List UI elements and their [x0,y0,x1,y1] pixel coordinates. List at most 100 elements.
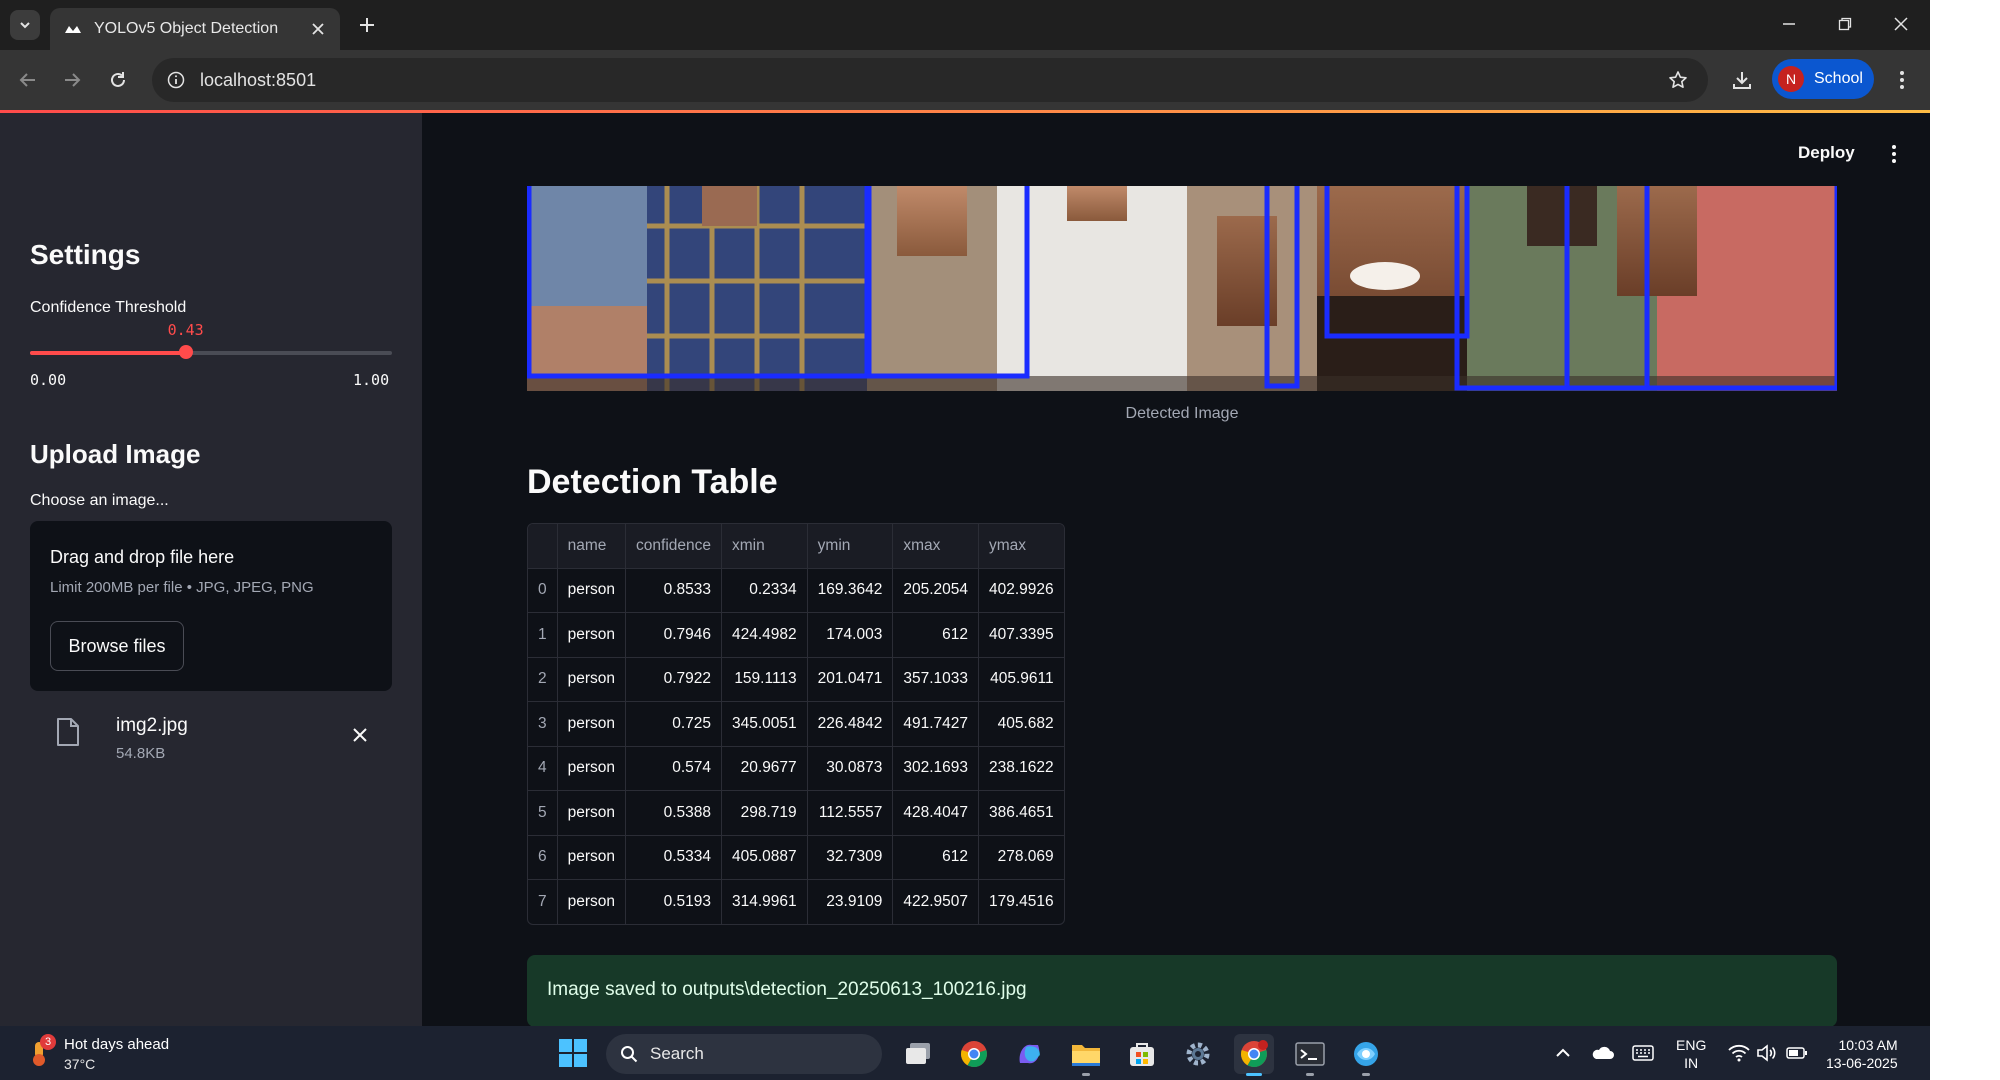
detected-image [527,186,1837,391]
index-column-header[interactable] [528,524,558,569]
confidence-label: Confidence Threshold [30,299,187,316]
slider-thumb[interactable] [178,345,193,359]
store-taskbar-icon[interactable] [1122,1034,1162,1074]
task-view-button[interactable] [898,1034,938,1074]
windows-start-icon[interactable] [558,1038,588,1068]
close-icon [1894,17,1908,31]
bookmark-star-icon[interactable] [1662,64,1694,96]
settings-taskbar-icon[interactable] [1178,1034,1218,1074]
close-tab-icon[interactable] [304,15,332,43]
minimize-button[interactable] [1764,8,1814,40]
url-text[interactable]: localhost:8501 [200,70,1662,91]
browse-files-button[interactable]: Browse files [50,621,184,671]
forward-button[interactable] [56,64,88,96]
table-row[interactable]: 1 person 0.7946 424.4982 174.003 612 407.3395 [528,612,1064,658]
column-header-ymax[interactable]: ymax [978,524,1064,569]
profile-button[interactable]: N School [1772,59,1874,99]
table-cell-xmax: 612 [892,835,979,880]
table-row[interactable]: 4 person 0.574 20.9677 30.0873 302.1693 238.16… [528,746,1064,791]
table-row[interactable]: 0 person 0.8533 0.2334 169.3642 205.2054 402.9… [528,568,1064,613]
table-row[interactable]: 3 person 0.725 345.0051 226.4842 491.7427 405.… [528,701,1064,747]
volume-icon[interactable] [1756,1042,1778,1064]
column-header-xmax[interactable]: xmax [892,524,979,569]
downloads-button[interactable] [1726,64,1758,96]
table-cell-xmin: 159.1113 [721,657,808,702]
column-header-ymin[interactable]: ymin [807,524,894,569]
reload-button[interactable] [102,64,134,96]
table-cell-confidence: 0.7922 [625,657,723,702]
table-row[interactable]: 2 person 0.7922 159.1113 201.0471 357.1033 405… [528,657,1064,702]
browser-tab[interactable]: YOLOv5 Object Detection [50,8,340,50]
restore-button[interactable] [1820,8,1870,40]
slider-min-label: 0.00 [30,371,67,389]
terminal-taskbar-icon[interactable] [1290,1034,1330,1076]
file-dropzone[interactable]: Drag and drop file here Limit 200MB per … [30,521,392,691]
column-header-name[interactable]: name [557,524,627,569]
table-cell-xmin: 20.9677 [721,746,808,791]
minimize-icon [1783,23,1795,25]
table-cell-name: person [557,746,627,791]
wifi-icon[interactable] [1728,1042,1750,1064]
table-cell-ymin: 30.0873 [807,746,894,791]
detection-dataframe[interactable]: name confidence xmin ymin xmax ymax 0 person 0.… [527,523,1065,925]
table-row[interactable]: 5 person 0.5388 298.719 112.5557 428.4047 386.… [528,790,1064,836]
table-cell-confidence: 0.5193 [625,879,723,924]
copilot-taskbar-icon[interactable] [1010,1034,1050,1074]
chrome-taskbar-icon[interactable] [954,1034,994,1074]
kebab-menu-icon [1892,145,1896,163]
battery-icon[interactable] [1786,1042,1808,1064]
table-cell-confidence: 0.8533 [625,568,723,613]
new-tab-button[interactable] [352,10,382,40]
input-language-indicator[interactable]: ENG IN [1676,1036,1706,1072]
show-hidden-icons-button[interactable] [1552,1042,1574,1064]
table-cell-ymin: 169.3642 [807,568,894,613]
restore-icon [1838,17,1852,31]
avatar: N [1778,66,1804,92]
system-clock[interactable]: 10:03 AM 13-06-2025 [1826,1036,1898,1072]
row-index-cell: 7 [528,879,558,924]
site-info-icon[interactable] [162,66,190,94]
keyboard-icon[interactable] [1632,1042,1654,1064]
address-bar[interactable]: localhost:8501 [152,58,1708,102]
table-cell-ymin: 112.5557 [807,790,894,836]
dropzone-limit: Limit 200MB per file • JPG, JPEG, PNG [50,579,314,596]
running-indicator [1082,1073,1090,1076]
table-cell-xmax: 205.2054 [892,568,979,613]
task-view-icon [906,1043,930,1064]
confidence-slider[interactable] [30,345,392,359]
taskbar-search[interactable]: Search [606,1034,882,1074]
chrome-active-taskbar-icon[interactable] [1234,1034,1274,1076]
lang-region: IN [1684,1055,1699,1071]
table-cell-ymin: 226.4842 [807,701,894,747]
app-menu-button[interactable] [1882,141,1906,167]
back-button[interactable] [12,64,44,96]
deploy-button[interactable]: Deploy [1798,143,1855,163]
table-cell-ymax: 402.9926 [978,568,1064,613]
table-row[interactable]: 7 person 0.5193 314.9961 23.9109 422.9507 179.… [528,879,1064,924]
browser-menu-button[interactable] [1886,64,1918,96]
table-cell-xmin: 298.719 [721,790,808,836]
table-row[interactable]: 6 person 0.5334 405.0887 32.7309 612 278.069 [528,835,1064,880]
row-index-cell: 0 [528,568,558,613]
column-header-xmin[interactable]: xmin [721,524,808,569]
screen: YOLOv5 Object Detection localhost:8501 N… [0,0,1930,1080]
tab-search-button[interactable] [10,10,40,40]
tab-title: YOLOv5 Object Detection [94,20,279,37]
remove-file-button[interactable] [348,723,372,747]
column-header-confidence[interactable]: confidence [625,524,723,569]
close-window-button[interactable] [1876,8,1926,40]
file-explorer-taskbar-icon[interactable] [1066,1034,1106,1076]
app-taskbar-icon[interactable] [1346,1034,1386,1076]
arrow-right-icon [65,73,81,87]
onedrive-icon[interactable] [1592,1042,1614,1064]
gear-icon [1186,1042,1210,1066]
download-icon [1733,72,1751,89]
table-cell-xmax: 357.1033 [892,657,979,702]
table-cell-confidence: 0.5334 [625,835,723,880]
table-cell-ymax: 238.1622 [978,746,1064,791]
browser-tabstrip: YOLOv5 Object Detection [0,0,1930,50]
weather-widget[interactable]: 3 Hot days ahead 37°C [24,1034,204,1074]
table-cell-ymax: 278.069 [978,835,1064,880]
confidence-value: 0.43 [167,321,204,339]
running-indicator [1362,1073,1370,1076]
